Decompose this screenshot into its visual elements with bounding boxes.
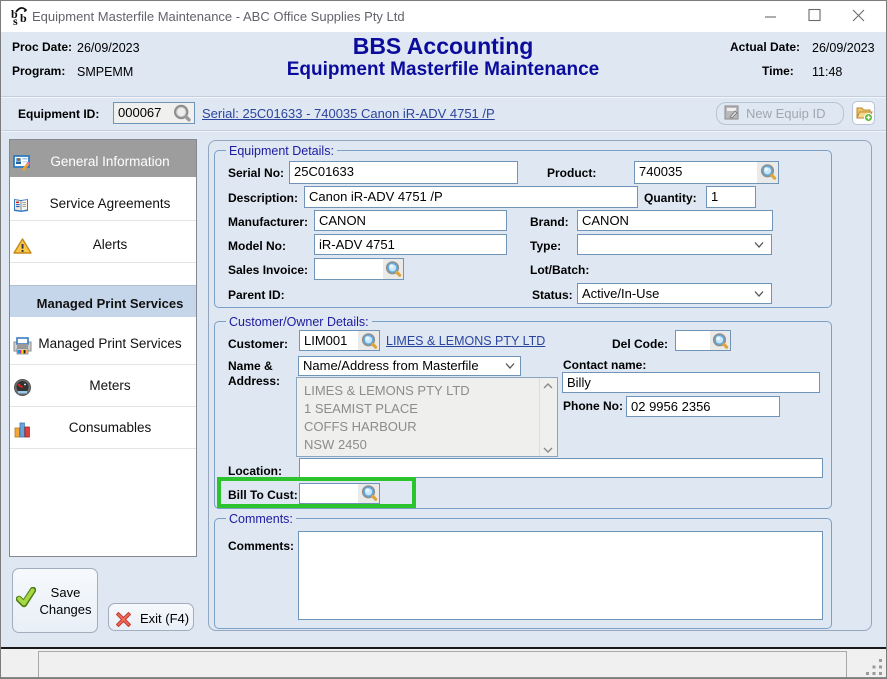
svg-text:s: s: [13, 14, 18, 26]
svg-text:b: b: [20, 11, 27, 25]
